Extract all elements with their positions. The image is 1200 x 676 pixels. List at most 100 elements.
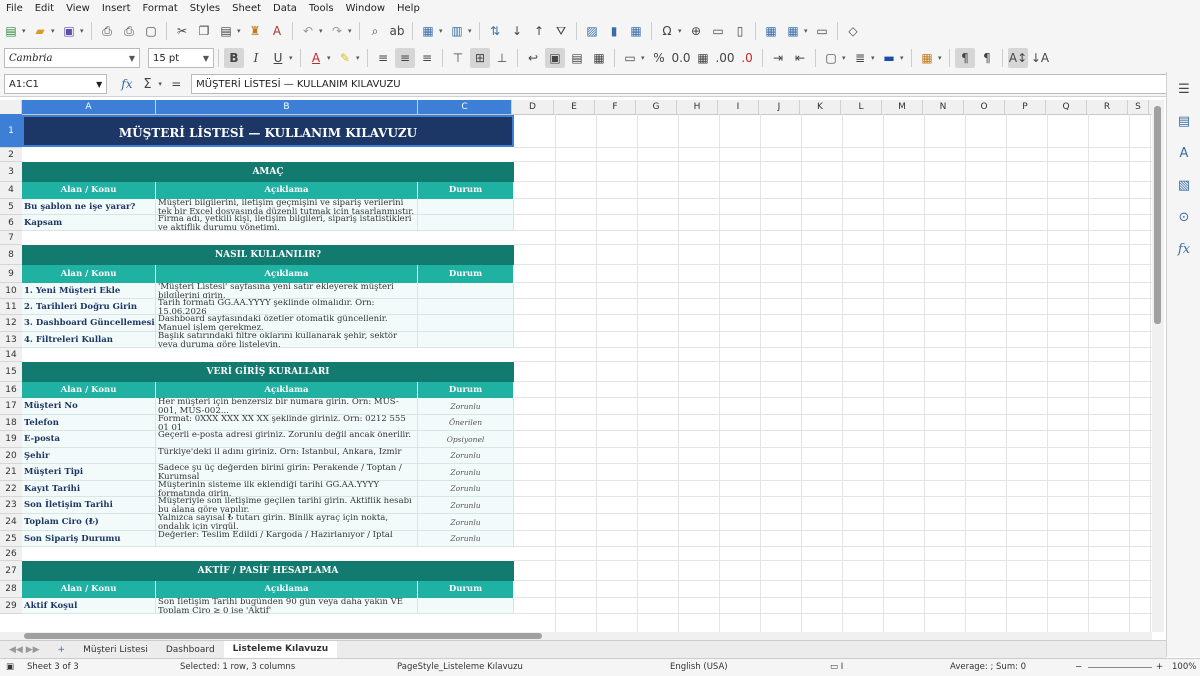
topic-cell[interactable]: Müşteri No (22, 398, 156, 415)
row-header[interactable]: 18 (0, 415, 22, 431)
menu-insert[interactable]: Insert (96, 0, 137, 18)
description-cell[interactable]: Türkiye'deki il adını giriniz. Örn: İsta… (156, 448, 418, 464)
insert-image-icon[interactable]: ▨ (582, 21, 602, 41)
gallery-icon[interactable]: ▧ (1174, 176, 1194, 196)
row-header[interactable]: 23 (0, 497, 22, 514)
zoom-slider[interactable] (1088, 667, 1152, 668)
header-cell-topic[interactable]: Alan / Konu (22, 581, 156, 598)
column-header-q[interactable]: Q (1046, 100, 1087, 114)
row-header[interactable]: 24 (0, 514, 22, 531)
header-footer-icon[interactable]: ▯ (730, 21, 750, 41)
copy-icon[interactable]: ❐ (194, 21, 214, 41)
status-cell[interactable] (418, 199, 514, 215)
row-header[interactable]: 7 (0, 231, 22, 245)
row-header[interactable]: 13 (0, 332, 22, 348)
column-header-c[interactable]: C (418, 100, 512, 114)
header-cell-description[interactable]: Açıklama (156, 382, 418, 398)
highlight-color-icon[interactable]: ✎ (335, 48, 355, 68)
find-replace-icon[interactable]: ⌕ (365, 21, 385, 41)
row-header[interactable]: 22 (0, 481, 22, 497)
zoom-out-icon[interactable]: − (1075, 659, 1082, 676)
topic-cell[interactable]: Kayıt Tarihi (22, 481, 156, 497)
merge-cells-icon[interactable]: ▤ (567, 48, 587, 68)
row-header[interactable]: 19 (0, 431, 22, 448)
tab-sheet[interactable]: Dashboard (157, 642, 224, 659)
print-preview-icon[interactable]: ▢ (141, 21, 161, 41)
column-header-p[interactable]: P (1005, 100, 1046, 114)
column-header-b[interactable]: B (156, 100, 418, 114)
status-cell[interactable]: Önerilen (418, 415, 514, 431)
font-size-box[interactable]: 15 pt ▼ (148, 48, 214, 68)
clear-formatting-icon[interactable]: A (267, 21, 287, 41)
section-title[interactable]: NASIL KULLANILIR? (22, 245, 514, 265)
header-cell-status[interactable]: Durum (418, 581, 514, 598)
increase-indent-icon[interactable]: ⇥ (768, 48, 788, 68)
hyperlink-icon[interactable]: ⊕ (686, 21, 706, 41)
unmerge-cells-icon[interactable]: ▦ (589, 48, 609, 68)
define-print-area-icon[interactable]: ▦ (761, 21, 781, 41)
navigator-icon[interactable]: ⊙ (1174, 208, 1194, 228)
topic-cell[interactable]: Aktif Koşul (22, 598, 156, 614)
description-cell[interactable]: Sadece şu üç değerden birini girin: Pera… (156, 464, 418, 481)
sum-icon[interactable]: Σ (138, 74, 158, 94)
show-draw-functions-icon[interactable]: ◇ (843, 21, 863, 41)
topic-cell[interactable]: Kapsam (22, 215, 156, 231)
sheet-title-cell[interactable]: MÜŞTERİ LİSTESİ — KULLANIM KILAVUZU (22, 115, 514, 147)
menu-tools[interactable]: Tools (303, 0, 340, 18)
properties-icon[interactable]: ▤ (1174, 112, 1194, 132)
menu-help[interactable]: Help (391, 0, 426, 18)
description-cell[interactable]: Firma adı, yetkili kişi, iletişim bilgil… (156, 215, 418, 231)
status-cell[interactable] (418, 283, 514, 299)
chevron-down-icon[interactable]: ▼ (129, 54, 135, 63)
tab-sheet[interactable]: Listeleme Kılavuzu (223, 640, 338, 660)
column-icon[interactable]: ▥ (447, 21, 467, 41)
column-header-f[interactable]: F (595, 100, 636, 114)
column-header-l[interactable]: L (841, 100, 882, 114)
row-header[interactable]: 15 (0, 362, 22, 382)
topic-cell[interactable]: Telefon (22, 415, 156, 431)
column-header-d[interactable]: D (512, 100, 554, 114)
export-pdf-icon[interactable]: ⎙ (97, 21, 117, 41)
font-color-icon[interactable]: A (306, 48, 326, 68)
row-header[interactable]: 11 (0, 299, 22, 315)
clone-formatting-icon[interactable]: ♜ (245, 21, 265, 41)
function-wizard-icon[interactable]: fx (121, 77, 132, 91)
autofilter-icon[interactable]: ⛛ (551, 21, 571, 41)
section-title[interactable]: VERİ GİRİŞ KURALLARI (22, 362, 514, 382)
row-header[interactable]: 14 (0, 348, 22, 362)
conditional-format-icon[interactable]: ▦ (917, 48, 937, 68)
align-middle-icon[interactable]: ⊞ (470, 48, 490, 68)
row-header[interactable]: 20 (0, 448, 22, 464)
row-header[interactable]: 5 (0, 199, 22, 215)
column-header-e[interactable]: E (554, 100, 595, 114)
description-cell[interactable]: Son İletişim Tarihi bugünden 90 gün veya… (156, 598, 418, 614)
menu-window[interactable]: Window (340, 0, 391, 18)
horizontal-scrollbar[interactable] (0, 632, 1152, 640)
special-character-icon[interactable]: Ω (657, 21, 677, 41)
row-header[interactable]: 2 (0, 148, 22, 162)
header-cell-status[interactable]: Durum (418, 182, 514, 199)
sort-ascending-icon[interactable]: ↓ (507, 21, 527, 41)
menu-edit[interactable]: Edit (29, 0, 60, 18)
row-header[interactable]: 10 (0, 283, 22, 299)
merge-center-icon[interactable]: ▣ (545, 48, 565, 68)
description-cell[interactable]: Müşterinin sisteme ilk eklendiği tarihi … (156, 481, 418, 497)
description-cell[interactable]: Tarih formatı GG.AA.YYYY şeklinde olmalı… (156, 299, 418, 315)
row-header[interactable]: 25 (0, 531, 22, 547)
section-title[interactable]: AMAÇ (22, 162, 514, 182)
tab-sheet[interactable]: Müşteri Listesi (74, 642, 157, 659)
selection-mode-icon[interactable]: ▭ I (830, 659, 843, 676)
row-header[interactable]: 6 (0, 215, 22, 231)
header-cell-status[interactable]: Durum (418, 265, 514, 283)
align-top-icon[interactable]: ⊤ (448, 48, 468, 68)
column-header-h[interactable]: H (677, 100, 718, 114)
insert-chart-icon[interactable]: ▮ (604, 21, 624, 41)
status-cell[interactable]: Zorunlu (418, 448, 514, 464)
status-cell[interactable]: Zorunlu (418, 464, 514, 481)
description-cell[interactable]: Müşteri bilgilerini, iletişim geçmişini … (156, 199, 418, 215)
cut-icon[interactable]: ✂ (172, 21, 192, 41)
description-cell[interactable]: Yalnızca sayısal ₺ tutarı girin. Binlik … (156, 514, 418, 531)
column-header-k[interactable]: K (800, 100, 841, 114)
topic-cell[interactable]: 1. Yeni Müşteri Ekle (22, 283, 156, 299)
split-window-icon[interactable]: ▭ (812, 21, 832, 41)
